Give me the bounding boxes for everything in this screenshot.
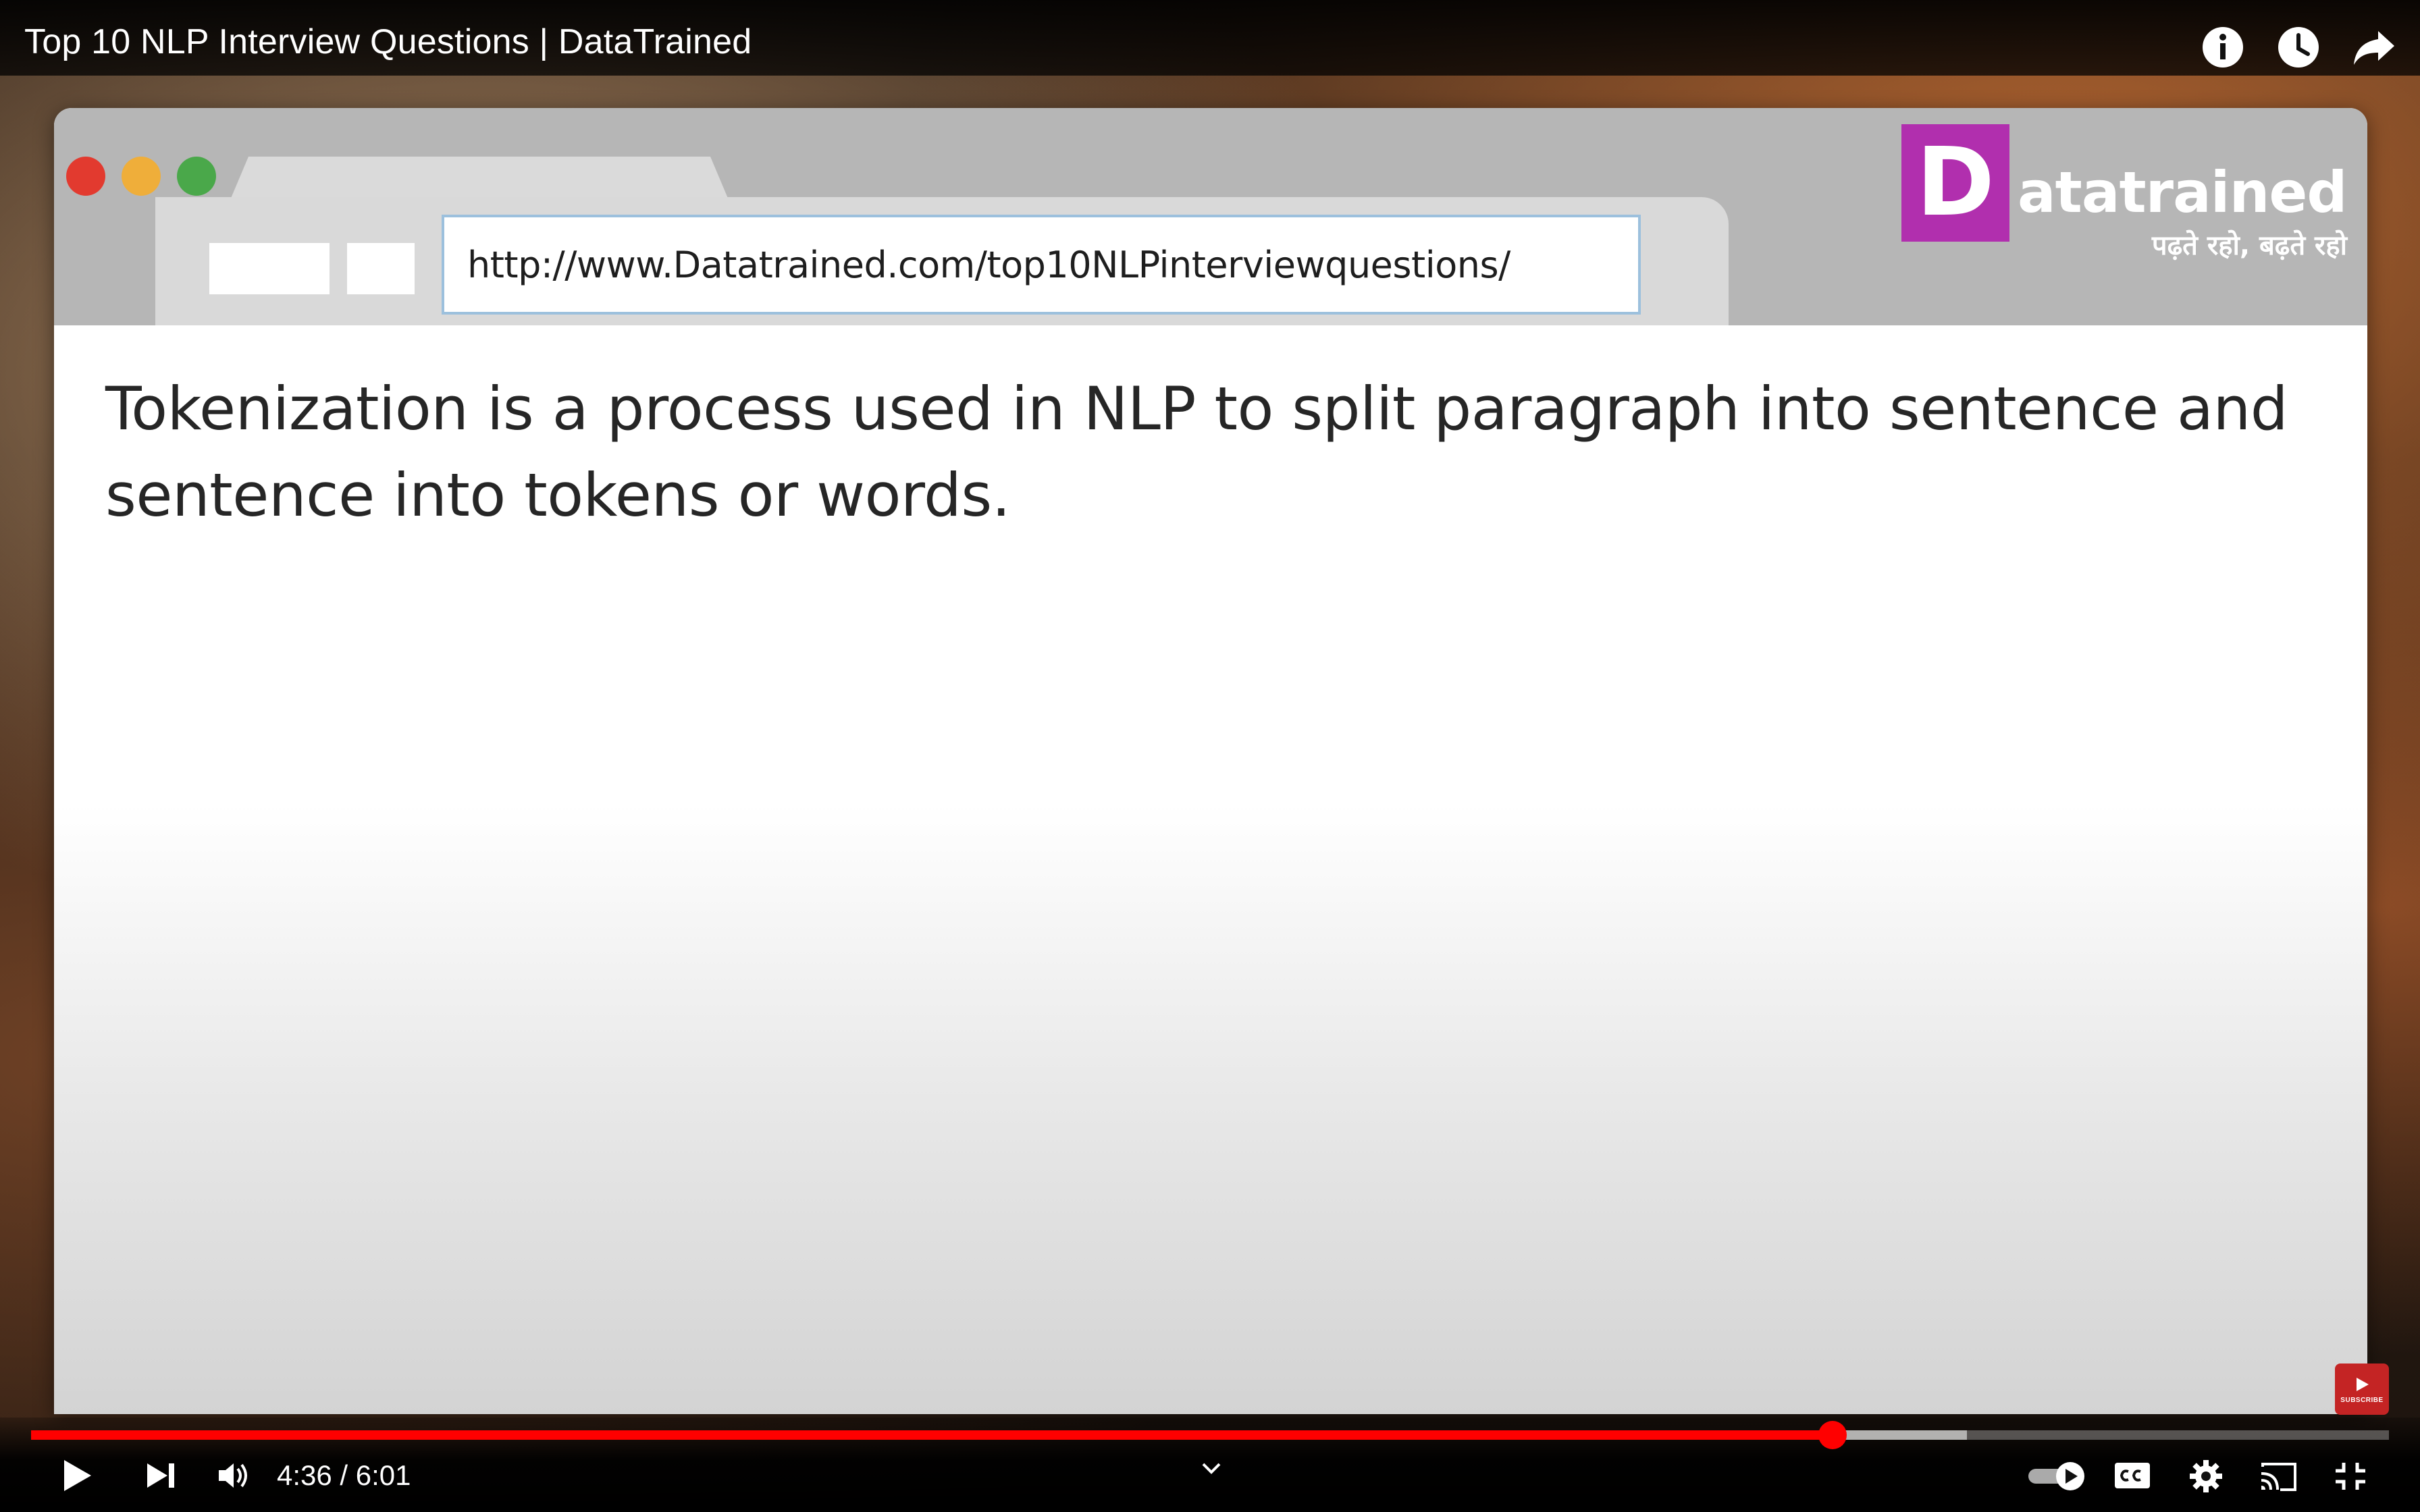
autoplay-toggle-icon [2028, 1462, 2084, 1490]
progress-bar[interactable] [31, 1421, 2389, 1449]
browser-chrome: http://www.Datatrained.com/top10NLPinter… [54, 108, 2367, 325]
share-icon [2354, 31, 2394, 65]
logo-tagline: पढ़ते रहो, बढ़ते रहो [2151, 230, 2347, 261]
next-icon [147, 1463, 174, 1488]
slide-content: Tokenization is a process used in NLP to… [54, 325, 2367, 1414]
close-dot-icon [66, 157, 105, 196]
clock-icon [2278, 27, 2319, 68]
cast-icon [2261, 1463, 2296, 1491]
watch-later-button[interactable] [2276, 24, 2321, 70]
browser-forward-button [347, 243, 415, 294]
subscribe-watermark[interactable]: SUBSCRIBE [2335, 1364, 2389, 1415]
next-button[interactable] [142, 1458, 180, 1493]
volume-icon [219, 1463, 247, 1488]
slide-text: Tokenization is a process used in NLP to… [105, 374, 2288, 530]
volume-button[interactable] [215, 1458, 253, 1493]
progress-played [31, 1430, 1833, 1440]
play-button[interactable] [57, 1455, 97, 1496]
logo-letter: D [1901, 124, 2009, 242]
player-top-bar: Top 10 NLP Interview Questions | DataTra… [0, 0, 2420, 76]
gear-icon [2190, 1460, 2222, 1492]
logo-name: atatrained [2018, 159, 2347, 225]
cast-button[interactable] [2258, 1459, 2298, 1493]
subscribe-play-icon [2357, 1377, 2369, 1391]
video-title[interactable]: Top 10 NLP Interview Questions | DataTra… [24, 22, 752, 61]
current-time: 4:36 [277, 1459, 332, 1491]
info-button[interactable] [2200, 24, 2246, 70]
settings-button[interactable] [2188, 1458, 2224, 1494]
browser-url-bar: http://www.Datatrained.com/top10NLPinter… [442, 215, 1641, 315]
autoplay-toggle[interactable] [2027, 1461, 2089, 1492]
browser-url-text: http://www.Datatrained.com/top10NLPinter… [467, 243, 1510, 286]
info-icon [2203, 27, 2243, 68]
datatrained-logo: D atatrained पढ़ते रहो, बढ़ते रहो [1901, 124, 2347, 261]
duration: 6:01 [355, 1459, 411, 1491]
maximize-dot-icon [177, 157, 216, 196]
play-icon [64, 1460, 91, 1491]
time-separator: / [332, 1459, 356, 1491]
exit-fullscreen-button[interactable] [2332, 1459, 2369, 1493]
minimize-dot-icon [122, 157, 161, 196]
exit-fullscreen-icon [2336, 1463, 2365, 1490]
chevron-down-icon [1202, 1463, 1221, 1474]
subscribe-label: SUBSCRIBE [2340, 1396, 2384, 1404]
share-button[interactable] [2351, 24, 2397, 70]
browser-back-button [209, 243, 330, 294]
top-actions [2200, 24, 2397, 70]
slide-browser-window: http://www.Datatrained.com/top10NLPinter… [54, 108, 2367, 1414]
chapters-toggle[interactable] [1198, 1458, 1225, 1478]
cc-icon [2115, 1463, 2150, 1488]
time-display: 4:36 / 6:01 [277, 1458, 411, 1493]
progress-scrubber-handle[interactable] [1818, 1421, 1847, 1449]
captions-button[interactable] [2113, 1461, 2151, 1490]
